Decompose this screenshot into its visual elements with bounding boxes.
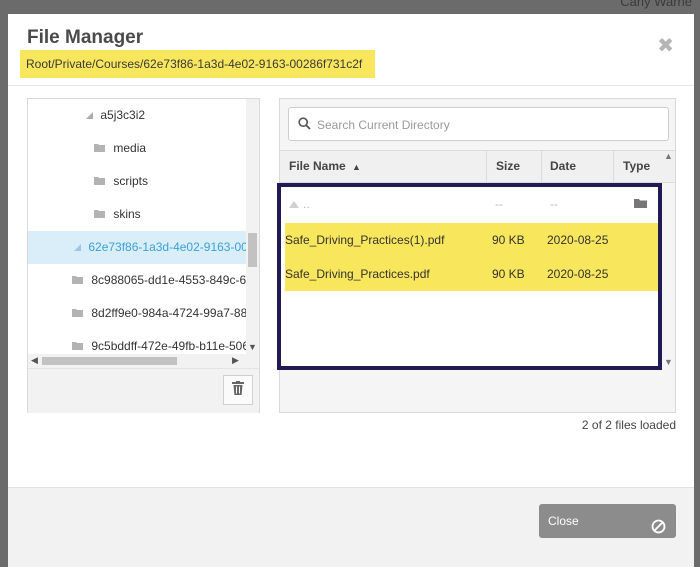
tree-item-label: media — [113, 141, 147, 156]
caret-expanded-icon[interactable] — [74, 231, 81, 264]
files-status-text: 2 of 2 files loaded — [581, 418, 676, 432]
folder-icon — [72, 264, 83, 297]
tree-item-label: 8d2ff9e0-984a-4724-99a7-88b — [91, 306, 246, 321]
file-name-cell: Safe_Driving_Practices(1).pdf — [285, 233, 445, 247]
folder-icon — [94, 198, 105, 231]
file-date-cell: 2020-08-25 — [547, 267, 609, 281]
scrollbar-thumb[interactable] — [42, 357, 177, 365]
chevron-down-icon[interactable]: ▼ — [664, 357, 673, 367]
folder-icon — [72, 330, 83, 354]
tree-item-folder[interactable]: 8c988065-dd1e-4553-849c-66 — [28, 264, 246, 297]
tree-vertical-scrollbar[interactable]: ▼ — [246, 99, 259, 354]
file-list-panel: File Name ▲ Size Date Type .. -- -- — [277, 98, 676, 413]
tree-item-label: a5j3c3i2 — [100, 108, 146, 123]
tree-item-a5j3c3i2[interactable]: a5j3c3i2 — [28, 99, 246, 132]
trash-icon — [232, 380, 244, 400]
file-size-cell: 90 KB — [492, 267, 525, 281]
background-user-name: Carly Warne — [620, 0, 692, 9]
file-grid-header: File Name ▲ Size Date Type — [280, 150, 675, 183]
file-name-cell: Safe_Driving_Practices.pdf — [285, 267, 430, 281]
delete-button[interactable] — [223, 375, 253, 405]
column-header-type[interactable]: Type — [623, 151, 650, 182]
tree-horizontal-scrollbar[interactable]: ◀ ▶ — [28, 354, 259, 368]
tree-item-label: scripts — [113, 174, 149, 189]
folder-icon — [634, 198, 647, 208]
tree-item-media[interactable]: media — [28, 132, 246, 165]
tree-item-scripts[interactable]: scripts — [28, 165, 246, 198]
file-row[interactable]: Safe_Driving_Practices(1).pdf 90 KB 2020… — [285, 223, 658, 257]
file-manager-dialog: File Manager Root/Private/Courses/62e73f… — [8, 14, 694, 567]
folder-icon — [72, 297, 83, 330]
scrollbar-thumb[interactable] — [248, 233, 257, 267]
column-divider[interactable] — [541, 151, 542, 182]
tree-item-label: skins — [113, 207, 141, 222]
chevron-right-icon[interactable]: ▶ — [232, 355, 239, 366]
file-grid-body: .. -- -- Safe_Driving_Practices(1).pdf 9… — [277, 151, 675, 412]
close-button-label: Close — [548, 514, 579, 528]
dialog-header: File Manager Root/Private/Courses/62e73f… — [8, 14, 694, 86]
file-grid-scrollbar[interactable]: ▲ ▼ — [662, 151, 675, 370]
search-input[interactable] — [315, 114, 659, 136]
up-arrow-icon — [289, 187, 299, 221]
close-button[interactable]: Close — [539, 504, 676, 538]
file-row[interactable]: Safe_Driving_Practices.pdf 90 KB 2020-08… — [285, 257, 658, 291]
breadcrumb: Root/Private/Courses/62e73f86-1a3d-4e02-… — [20, 50, 375, 78]
file-size-cell: 90 KB — [492, 233, 525, 247]
search-field[interactable] — [288, 107, 669, 141]
chevron-left-icon[interactable]: ◀ — [31, 355, 38, 366]
parent-directory-row[interactable]: .. -- -- — [285, 187, 658, 221]
chevron-down-icon[interactable]: ▼ — [248, 342, 257, 352]
folder-icon — [94, 165, 105, 198]
sort-ascending-icon: ▲ — [352, 162, 361, 172]
column-header-file-name[interactable]: File Name ▲ — [289, 151, 361, 182]
dialog-footer: Close — [8, 487, 694, 567]
column-label: File Name — [289, 159, 346, 173]
column-header-date[interactable]: Date — [550, 151, 576, 182]
ban-icon — [651, 513, 666, 547]
tree-item-skins[interactable]: skins — [28, 198, 246, 231]
tree-item-label: 9c5bddff-472e-49fb-b11e-506 — [91, 339, 246, 354]
tree-toolbar — [28, 368, 259, 413]
caret-expanded-icon[interactable] — [86, 99, 93, 132]
tree-item-selected-folder[interactable]: 62e73f86-1a3d-4e02-9163-00286f731c2f — [28, 231, 246, 264]
file-size-cell: -- — [495, 197, 503, 211]
chevron-up-icon[interactable]: ▲ — [664, 151, 673, 161]
tree-item-folder[interactable]: 9c5bddff-472e-49fb-b11e-506 — [28, 330, 246, 354]
column-divider[interactable] — [486, 151, 487, 182]
search-icon — [298, 117, 311, 135]
column-header-size[interactable]: Size — [496, 151, 520, 182]
highlight-frame: .. -- -- Safe_Driving_Practices(1).pdf 9… — [277, 183, 662, 370]
dialog-title: File Manager — [27, 27, 144, 48]
folder-tree-panel: a5j3c3i2 media scripts skins 62e73f86-1a… — [27, 98, 260, 413]
tree-item-folder[interactable]: 8d2ff9e0-984a-4724-99a7-88b — [28, 297, 246, 330]
file-name-cell: .. — [303, 197, 310, 211]
file-date-cell: -- — [550, 197, 558, 211]
tree-item-label: 8c988065-dd1e-4553-849c-66 — [91, 273, 246, 288]
close-icon[interactable]: ✖ — [657, 36, 674, 56]
folder-tree: a5j3c3i2 media scripts skins 62e73f86-1a… — [28, 99, 246, 354]
tree-item-label: 62e73f86-1a3d-4e02-9163-00286f731c2f — [88, 240, 246, 255]
file-date-cell: 2020-08-25 — [547, 233, 609, 247]
column-divider[interactable] — [613, 151, 614, 182]
folder-icon — [94, 132, 105, 165]
